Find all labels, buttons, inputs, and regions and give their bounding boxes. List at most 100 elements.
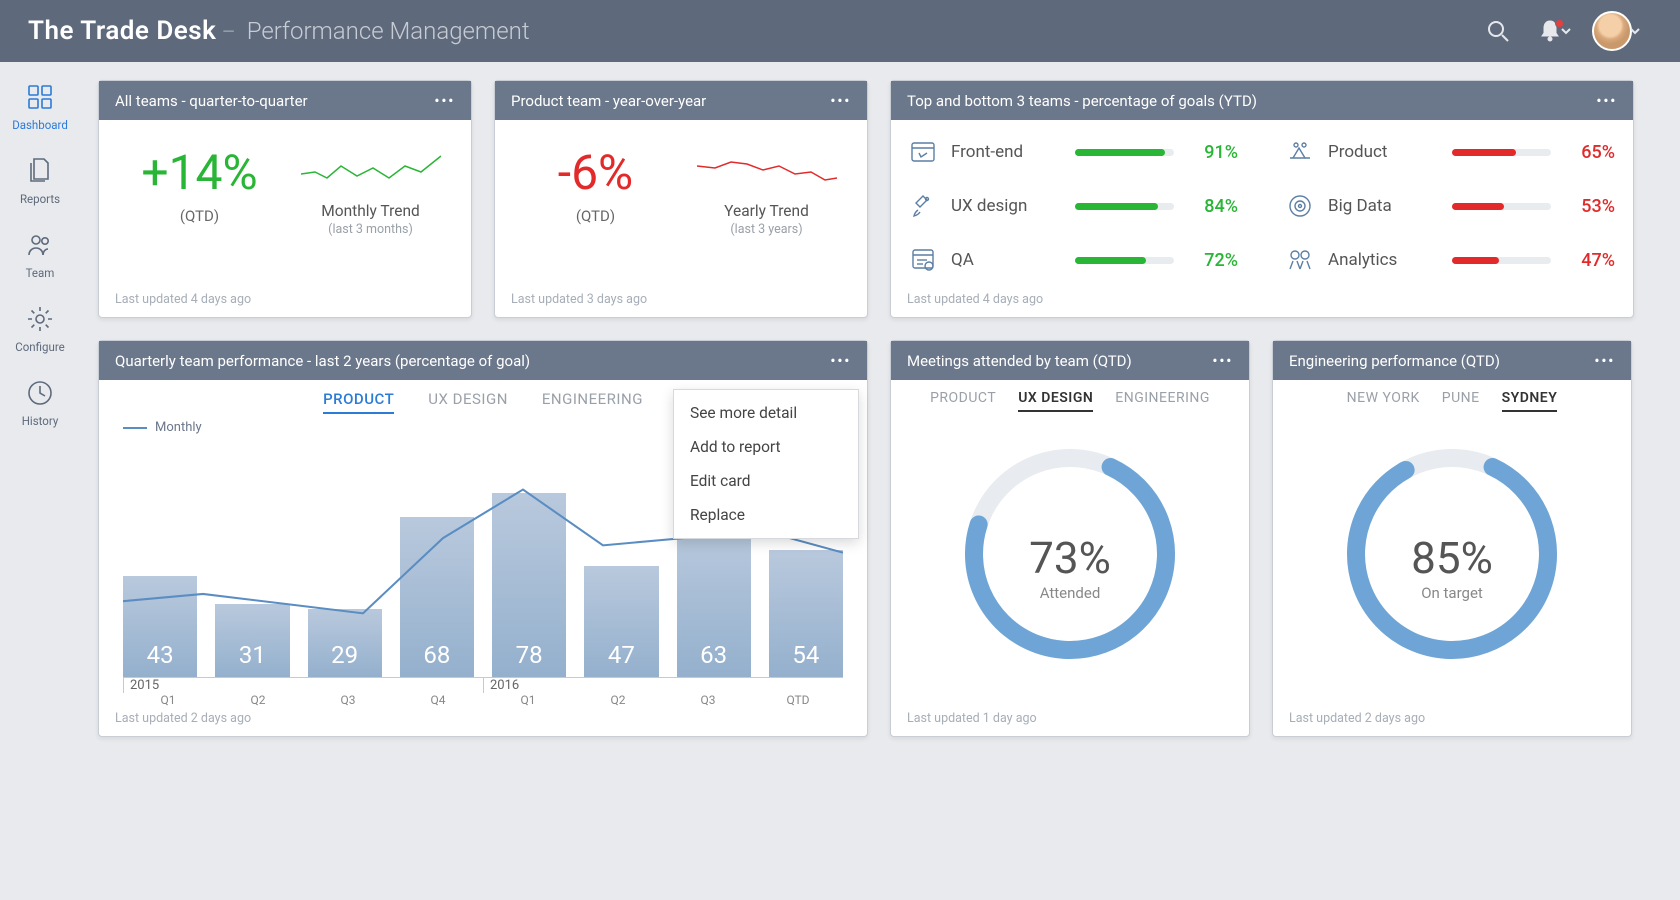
- stat-subtitle: (QTD): [517, 207, 674, 225]
- donut-value: 73%: [1029, 531, 1111, 583]
- team-name: Analytics: [1328, 250, 1438, 270]
- stat-value: +14%: [121, 144, 278, 201]
- team-row: Big Data 53%: [1286, 192, 1615, 220]
- card-meetings: Meetings attended by team (QTD) ••• PRODU…: [890, 340, 1250, 737]
- tab-product[interactable]: PRODUCT: [323, 390, 394, 414]
- avatar-icon: [1592, 11, 1632, 51]
- card-product-team: Product team - year-over-year••• -6% (QT…: [494, 80, 868, 318]
- tab-engineering[interactable]: ENGINEERING: [1115, 390, 1210, 412]
- chart-bar: 43: [123, 576, 197, 677]
- nav-configure[interactable]: Configure: [15, 304, 64, 354]
- notification-dot: [1555, 19, 1564, 28]
- team-name: QA: [951, 250, 1061, 270]
- axis-tick: QTD: [753, 693, 843, 707]
- team-pct: 65%: [1565, 142, 1615, 163]
- chart-bar: 78: [492, 493, 566, 677]
- tab-ux design[interactable]: UX DESIGN: [428, 390, 508, 414]
- chart-bar: 47: [584, 566, 658, 677]
- axis-tick: Q1: [123, 693, 213, 707]
- card-more-icon[interactable]: •••: [434, 91, 455, 110]
- search-icon[interactable]: [1480, 13, 1516, 49]
- chart-bar: 29: [308, 609, 382, 677]
- legend-label: Monthly: [155, 420, 202, 435]
- team-name: UX design: [951, 196, 1061, 216]
- card-title: Top and bottom 3 teams - percentage of g…: [907, 92, 1257, 110]
- progress-track: [1075, 149, 1174, 156]
- card-more-icon[interactable]: •••: [1212, 351, 1233, 370]
- card-title: Engineering performance (QTD): [1289, 352, 1500, 370]
- tab-pune[interactable]: PUNE: [1442, 390, 1480, 412]
- axis-tick: Q4: [393, 693, 483, 707]
- axis-tick: Q2: [213, 693, 303, 707]
- card-more-icon[interactable]: •••: [830, 91, 851, 110]
- progress-track: [1452, 149, 1551, 156]
- axis-tick: Q3: [663, 693, 753, 707]
- bell-icon[interactable]: [1536, 13, 1572, 49]
- card-quarterly: Quarterly team performance - last 2 year…: [98, 340, 868, 737]
- card-title: Meetings attended by team (QTD): [907, 352, 1132, 370]
- card-title: Quarterly team performance - last 2 year…: [115, 352, 530, 370]
- stat-value: -6%: [517, 144, 674, 201]
- donut-label: Attended: [1029, 583, 1111, 601]
- team-icon: [909, 246, 937, 274]
- nav-history[interactable]: History: [22, 378, 59, 428]
- card-footer: Last updated 3 days ago: [495, 292, 867, 317]
- menu-item-edit card[interactable]: Edit card: [674, 464, 858, 498]
- chart-bar: 54: [769, 550, 843, 677]
- user-avatar[interactable]: [1592, 13, 1642, 49]
- card-top-bottom-teams: Top and bottom 3 teams - percentage of g…: [890, 80, 1634, 318]
- chart-bar: 68: [400, 517, 474, 677]
- team-name: Front-end: [951, 142, 1061, 162]
- card-more-icon[interactable]: •••: [1596, 91, 1617, 110]
- progress-fill: [1075, 149, 1165, 156]
- card-more-icon[interactable]: •••: [1594, 351, 1615, 370]
- sparkline-icon: [697, 144, 837, 194]
- spark-label: Yearly Trend: [688, 202, 845, 220]
- team-row: QA 72%: [909, 246, 1238, 274]
- tab-sydney[interactable]: SYDNEY: [1502, 390, 1558, 412]
- team-name: Big Data: [1328, 196, 1438, 216]
- nav-reports[interactable]: Reports: [20, 156, 60, 206]
- side-nav: Dashboard Reports Team Configure History: [0, 62, 80, 900]
- chart-bar: 31: [215, 604, 289, 677]
- tab-ux design[interactable]: UX DESIGN: [1018, 390, 1093, 412]
- menu-item-add to report[interactable]: Add to report: [674, 430, 858, 464]
- nav-label: Reports: [20, 192, 60, 206]
- stat-subtitle: (QTD): [121, 207, 278, 225]
- team-name: Product: [1328, 142, 1438, 162]
- nav-dashboard[interactable]: Dashboard: [12, 82, 68, 132]
- team-pct: 72%: [1188, 250, 1238, 271]
- team-pct: 53%: [1565, 196, 1615, 217]
- axis-tick: Q1: [483, 693, 573, 707]
- team-icon: [1286, 138, 1314, 166]
- menu-item-replace[interactable]: Replace: [674, 498, 858, 532]
- nav-label: History: [22, 414, 59, 428]
- team-row: UX design 84%: [909, 192, 1238, 220]
- nav-team[interactable]: Team: [25, 230, 55, 280]
- card-footer: Last updated 2 days ago: [1273, 711, 1631, 736]
- menu-item-see more detail[interactable]: See more detail: [674, 396, 858, 430]
- chart-bar: 63: [677, 528, 751, 677]
- card-footer: Last updated 4 days ago: [891, 292, 1633, 317]
- team-icon: [1286, 192, 1314, 220]
- axis-year: 2016: [483, 678, 843, 693]
- title-separator: —: [222, 22, 234, 41]
- nav-label: Team: [26, 266, 55, 280]
- tab-engineering[interactable]: ENGINEERING: [542, 390, 643, 414]
- app-title: The Trade Desk: [28, 16, 216, 46]
- card-menu: See more detailAdd to reportEdit cardRep…: [673, 389, 859, 539]
- tab-product[interactable]: PRODUCT: [930, 390, 996, 412]
- spark-sub: (last 3 months): [292, 222, 449, 237]
- tab-new york[interactable]: NEW YORK: [1347, 390, 1420, 412]
- axis-tick: Q2: [573, 693, 663, 707]
- card-title: All teams - quarter-to-quarter: [115, 92, 308, 110]
- team-row: Product 65%: [1286, 138, 1615, 166]
- progress-track: [1452, 257, 1551, 264]
- team-row: Analytics 47%: [1286, 246, 1615, 274]
- progress-fill: [1075, 257, 1146, 264]
- axis-year: 2015: [123, 678, 483, 693]
- team-icon: [909, 138, 937, 166]
- card-more-icon[interactable]: •••: [830, 351, 851, 370]
- progress-fill: [1075, 203, 1158, 210]
- spark-label: Monthly Trend: [292, 202, 449, 220]
